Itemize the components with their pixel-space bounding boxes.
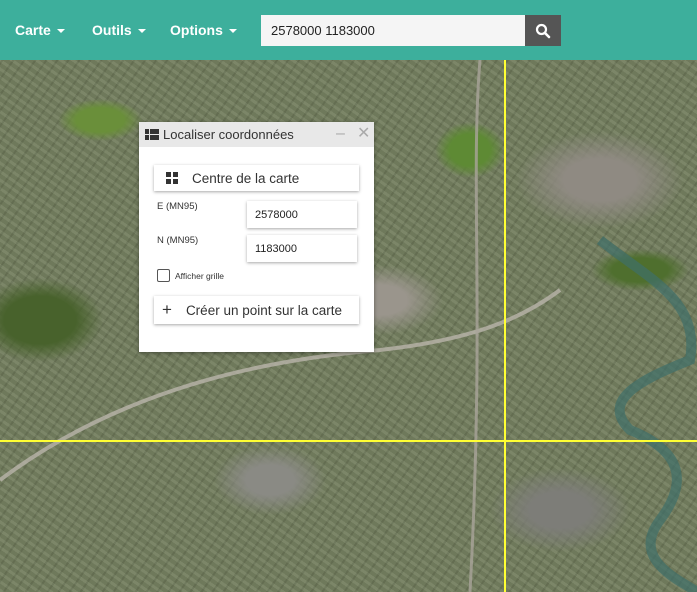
menu-outils[interactable]: Outils [92, 0, 146, 60]
river [596, 236, 697, 592]
create-point-label: Créer un point sur la carte [185, 302, 343, 318]
top-navbar: Carte Outils Options [0, 0, 697, 60]
close-icon[interactable]: ✕ [357, 124, 370, 144]
caret-down-icon [228, 29, 237, 33]
menu-options-label: Options [170, 22, 223, 38]
grid-icon [166, 172, 178, 184]
east-field[interactable] [247, 201, 357, 228]
grid-checkbox[interactable] [157, 269, 170, 282]
minimize-icon[interactable]: – [336, 124, 345, 144]
create-point-button[interactable]: + Créer un point sur la carte [154, 296, 359, 324]
search-input[interactable] [261, 15, 525, 46]
caret-down-icon [137, 29, 146, 33]
grid-icon [145, 129, 159, 140]
caret-down-icon [56, 29, 65, 33]
center-map-button[interactable]: Centre de la carte [154, 165, 359, 191]
menu-options[interactable]: Options [170, 0, 237, 60]
search-button[interactable] [525, 15, 561, 46]
north-field[interactable] [247, 235, 357, 262]
menu-outils-label: Outils [92, 22, 132, 38]
menu-carte[interactable]: Carte [15, 0, 65, 60]
panel-title: Localiser coordonnées [163, 127, 294, 142]
east-label: E (MN95) [157, 201, 198, 212]
north-label: N (MN95) [157, 235, 199, 246]
grid-checkbox-label: Afficher grille [175, 271, 224, 281]
panel-header[interactable]: Localiser coordonnées – ✕ [139, 122, 374, 147]
locate-coordinates-panel: Localiser coordonnées – ✕ Centre de la c… [139, 122, 374, 352]
search-icon [535, 23, 551, 38]
plus-icon: + [162, 300, 172, 319]
grid-line-horizontal [0, 440, 697, 442]
menu-carte-label: Carte [15, 22, 51, 38]
center-map-label: Centre de la carte [192, 170, 300, 186]
grid-line-vertical [504, 60, 506, 592]
railway [468, 60, 482, 592]
